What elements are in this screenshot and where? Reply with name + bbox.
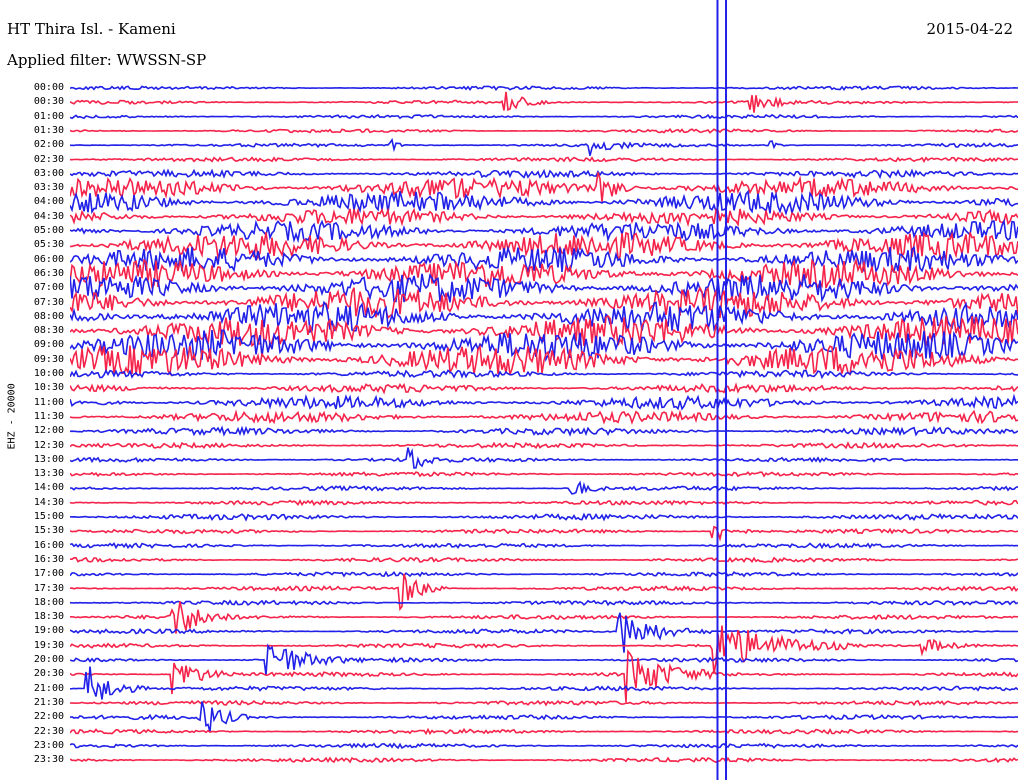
- time-label: 00:30: [33, 96, 64, 108]
- trace-line: [70, 570, 1018, 578]
- time-label: 23:00: [33, 739, 64, 751]
- time-label: 02:00: [33, 139, 64, 151]
- trace-line: [70, 113, 1018, 120]
- trace-line: [70, 300, 1018, 334]
- time-label: 23:30: [33, 754, 64, 766]
- trace-line: [70, 85, 1018, 92]
- trace-line: [70, 727, 1018, 736]
- trace-line: [70, 382, 1018, 395]
- trace-line: [70, 471, 1018, 478]
- time-label: 01:00: [33, 110, 64, 122]
- time-axis-labels: 00:00 00:30 01:00 01:30 02:00 02:30 03:00 03:30…: [0, 0, 64, 780]
- time-label: 21:00: [33, 682, 64, 694]
- trace-line: [70, 499, 1018, 507]
- trace-line: [70, 91, 1018, 113]
- time-label: 00:00: [33, 82, 64, 93]
- trace-line: [70, 649, 1018, 703]
- time-label: 03:00: [33, 167, 64, 179]
- time-label: 22:00: [33, 711, 64, 723]
- time-label: 07:30: [33, 296, 64, 308]
- time-label: 07:00: [33, 282, 64, 294]
- time-label: 19:00: [33, 625, 64, 637]
- trace-line: [70, 601, 1018, 634]
- time-label: 08:00: [33, 310, 64, 322]
- time-label: 01:30: [33, 124, 64, 136]
- time-label: 08:30: [33, 325, 64, 337]
- time-label: 21:30: [33, 696, 64, 708]
- trace-line: [70, 156, 1018, 164]
- trace-line: [70, 556, 1018, 564]
- trace-line: [70, 625, 1018, 674]
- time-label: 12:00: [33, 425, 64, 437]
- time-label: 04:00: [33, 196, 64, 208]
- time-label: 04:30: [33, 210, 64, 222]
- time-label: 13:00: [33, 453, 64, 465]
- trace-line: [70, 542, 1018, 550]
- time-label: 09:00: [33, 339, 64, 351]
- trace-line: [70, 393, 1018, 411]
- seismogram-plot: [70, 0, 1018, 780]
- time-label: 06:30: [33, 267, 64, 279]
- time-label: 05:00: [33, 225, 64, 236]
- trace-line: [70, 207, 1018, 228]
- time-label: 17:00: [33, 568, 64, 580]
- trace-line: [70, 409, 1018, 425]
- trace-line: [70, 512, 1018, 522]
- time-label: 16:30: [33, 553, 64, 565]
- time-label: 20:00: [33, 654, 64, 665]
- time-label: 17:30: [33, 582, 64, 594]
- trace-line: [70, 643, 1018, 676]
- time-label: 09:30: [33, 353, 64, 365]
- time-label: 12:30: [33, 439, 64, 451]
- trace-line: [70, 599, 1018, 607]
- trace-line: [70, 666, 1018, 700]
- time-label: 20:30: [33, 668, 64, 680]
- time-label: 11:30: [33, 410, 64, 422]
- time-label: 19:30: [33, 639, 64, 651]
- time-label: 22:30: [33, 725, 64, 737]
- trace-line: [70, 701, 1018, 733]
- trace-line: [70, 447, 1018, 469]
- trace-line: [70, 137, 1018, 156]
- trace-line: [70, 425, 1018, 437]
- time-label: 03:30: [33, 182, 64, 194]
- trace-line: [70, 273, 1018, 303]
- time-label: 15:00: [33, 511, 64, 522]
- time-label: 06:00: [33, 253, 64, 265]
- time-label: 10:30: [33, 382, 64, 394]
- time-label: 14:00: [33, 482, 64, 494]
- trace-line: [70, 127, 1018, 134]
- time-label: 13:30: [33, 468, 64, 480]
- time-label: 18:00: [33, 596, 64, 608]
- time-label: 15:30: [33, 525, 64, 537]
- time-label: 14:30: [33, 496, 64, 508]
- trace-line: [70, 218, 1018, 244]
- trace-line: [70, 742, 1018, 750]
- trace-line: [70, 525, 1018, 542]
- time-label: 18:30: [33, 611, 64, 623]
- trace-line: [70, 189, 1018, 216]
- time-label: 11:00: [33, 396, 64, 408]
- trace-line: [70, 368, 1018, 380]
- time-label: 10:00: [33, 368, 64, 379]
- time-label: 05:30: [33, 239, 64, 251]
- trace-line: [70, 441, 1018, 450]
- time-label: 02:30: [33, 153, 64, 165]
- trace-line: [70, 699, 1018, 707]
- trace-line: [70, 756, 1018, 764]
- trace-line: [70, 168, 1018, 180]
- time-label: 16:00: [33, 539, 64, 551]
- trace-line: [70, 172, 1018, 202]
- trace-line: [70, 480, 1018, 495]
